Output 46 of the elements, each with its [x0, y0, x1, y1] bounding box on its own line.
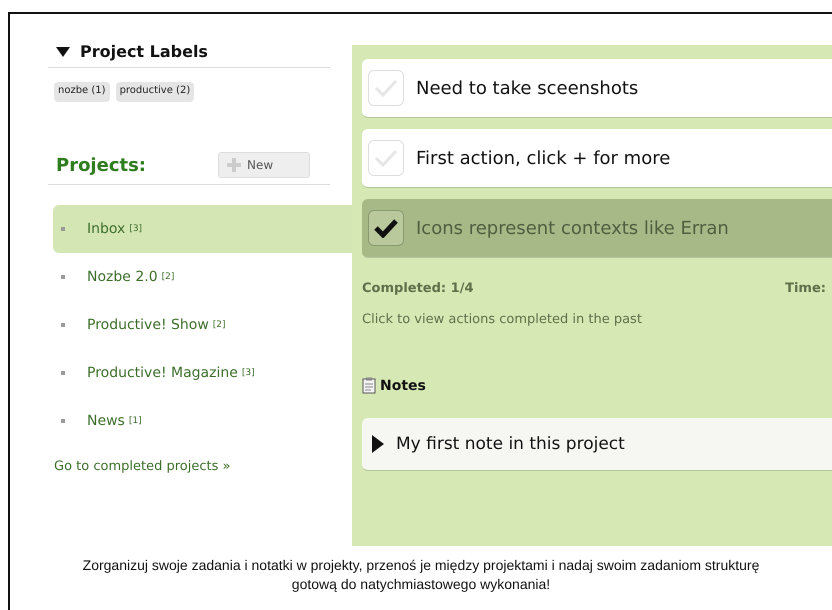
- project-name: Nozbe 2.0: [87, 269, 158, 285]
- project-item[interactable]: News $^{[1]}$: [53, 397, 352, 445]
- collapse-triangle-icon[interactable]: [56, 46, 70, 56]
- bullet-icon: [61, 227, 65, 231]
- section-title: Projects:: [56, 154, 146, 176]
- past-actions-link[interactable]: Click to view actions completed in the past: [362, 312, 832, 327]
- project-name: Productive! Magazine: [87, 365, 238, 381]
- project-count: [2]: [162, 272, 174, 282]
- caption: Zorganizuj swoje zadania i notatki w projekty, przenoś je między projektami i nadaj swoim zadaniom strukturę gotową do natychmiastowego wykonania!: [82, 556, 760, 594]
- completed-projects-link[interactable]: Go to completed projects »: [48, 445, 352, 474]
- label-tag[interactable]: nozbe (1): [54, 82, 110, 102]
- bullet-icon: [61, 419, 65, 423]
- project-name: News: [87, 413, 125, 429]
- project-count: [2]: [212, 320, 226, 330]
- checkmark-icon: [374, 218, 398, 238]
- project-name: Productive! Show: [87, 317, 209, 333]
- bullet-icon: [61, 275, 65, 279]
- project-item[interactable]: Nozbe 2.0 $^{[2]}$: [53, 253, 352, 301]
- checkmark-icon: [374, 78, 398, 98]
- completed-count: Completed: 1/4: [362, 281, 474, 296]
- note-title: My first note in this project: [396, 434, 625, 454]
- bullet-icon: [61, 323, 65, 327]
- project-item[interactable]: Inbox $^{[3]}$: [53, 205, 352, 253]
- project-count: [3]: [129, 224, 142, 234]
- time-label: Time:: [785, 281, 826, 296]
- project-item[interactable]: Productive! Show $^{[2]}$: [53, 301, 352, 349]
- project-name: Inbox: [87, 221, 126, 237]
- task-checkbox[interactable]: [368, 210, 404, 246]
- label-tag[interactable]: productive (2): [116, 82, 194, 102]
- project-count: [1]: [128, 416, 142, 426]
- task-text: Need to take sceenshots: [416, 78, 638, 98]
- note-row[interactable]: My first note in this project: [362, 418, 832, 471]
- task-text: Icons represent contexts like Erran: [416, 218, 729, 238]
- checkmark-icon: [374, 148, 398, 168]
- clipboard-icon: [362, 377, 376, 394]
- expand-triangle-icon[interactable]: [372, 435, 384, 453]
- project-item[interactable]: Productive! Magazine $^{[3]}$: [53, 349, 352, 397]
- new-project-button[interactable]: New: [218, 152, 310, 178]
- project-count: [3]: [242, 368, 255, 378]
- plus-icon: [227, 158, 241, 172]
- bullet-icon: [61, 371, 65, 375]
- task-row[interactable]: Need to take sceenshots: [362, 59, 832, 118]
- notes-title: Notes: [380, 378, 426, 394]
- task-row[interactable]: First action, click + for more: [362, 129, 832, 188]
- section-title: Project Labels: [80, 42, 208, 61]
- task-text: First action, click + for more: [416, 148, 670, 168]
